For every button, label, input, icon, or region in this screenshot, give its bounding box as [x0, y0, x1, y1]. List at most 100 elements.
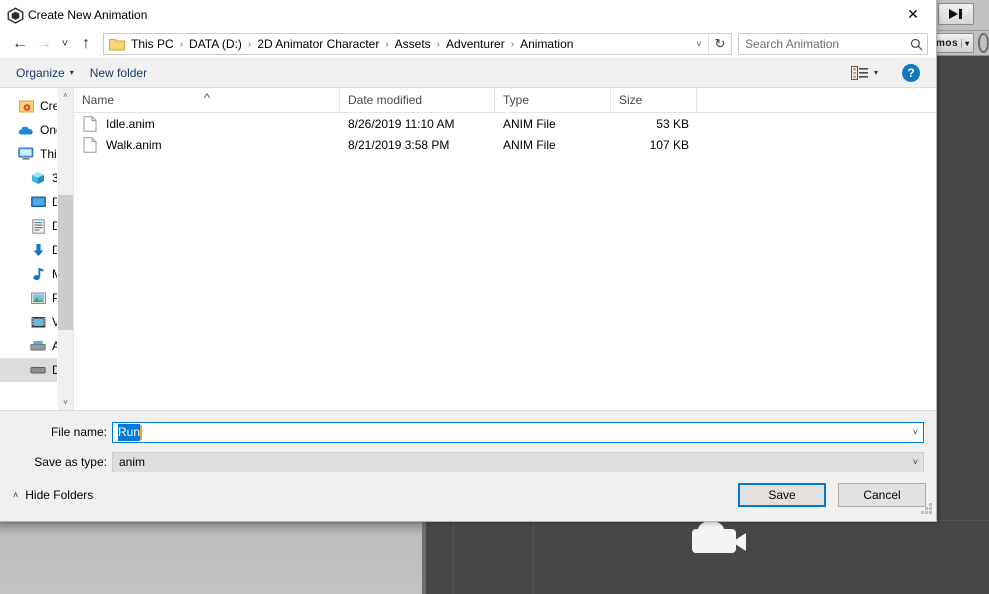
- breadcrumb-item-adventurer[interactable]: Adventurer: [444, 37, 507, 51]
- sidebar-item-onedrive[interactable]: One: [0, 118, 57, 142]
- breadcrumb-item-this-pc[interactable]: This PC: [129, 37, 176, 51]
- text-caret: [140, 424, 143, 440]
- forward-button: →: [36, 35, 52, 52]
- dialog-titlebar[interactable]: Create New Animation ✕: [0, 0, 936, 30]
- breadcrumb-separator-icon: ›: [247, 38, 252, 50]
- step-frame-button[interactable]: [938, 3, 974, 25]
- unity-toolbar: [930, 0, 989, 31]
- search-box[interactable]: [738, 33, 928, 55]
- table-row[interactable]: Idle.anim 8/26/2019 11:10 AM ANIM File 5…: [74, 113, 936, 134]
- anim-file-icon: [83, 115, 97, 132]
- sidebar-item-creative-cloud[interactable]: Cre: [0, 94, 57, 118]
- column-headers: ˄ Name Date modified Type Size: [74, 88, 936, 113]
- scroll-down-icon[interactable]: ˅: [58, 395, 73, 410]
- address-bar[interactable]: This PC › DATA (D:) › 2D Animator Charac…: [103, 33, 732, 55]
- save-button[interactable]: Save: [738, 483, 826, 507]
- breadcrumb-item-2d-animator-character[interactable]: 2D Animator Character: [255, 37, 381, 51]
- file-name-cell: Idle.anim: [74, 115, 340, 132]
- sidebar-item-videos[interactable]: Vi: [0, 310, 57, 334]
- scroll-up-icon[interactable]: ˄: [58, 88, 73, 103]
- close-icon[interactable]: ✕: [890, 0, 936, 29]
- form-area: File name: Run ˅ Save as type: anim ˅: [0, 410, 936, 473]
- step-forward-icon: [949, 9, 962, 19]
- file-list-pane: ˄ Name Date modified Type Size Idle.anim…: [73, 88, 936, 410]
- sidebar-item-label: One: [40, 123, 57, 137]
- panel-divider: [422, 520, 426, 594]
- chevron-down-icon[interactable]: ˅: [913, 427, 918, 437]
- chevron-down-icon[interactable]: ˅: [690, 39, 708, 49]
- chevron-up-icon: ˄: [13, 490, 19, 500]
- column-header-label: Date modified: [348, 93, 423, 107]
- pictures-icon: [30, 290, 46, 306]
- save-file-dialog: Create New Animation ✕ ← → ˅ ↑ This PC ›…: [0, 0, 937, 522]
- save-as-type-label: Save as type:: [34, 455, 107, 469]
- help-button[interactable]: ?: [902, 63, 920, 82]
- column-header-size[interactable]: Size: [611, 88, 697, 112]
- sidebar-item-pictures[interactable]: Pi: [0, 286, 57, 310]
- file-name-row: File name: Run ˅: [0, 421, 936, 443]
- sidebar-item-acer-drive[interactable]: Ac: [0, 334, 57, 358]
- navigation-pane-scrollbar[interactable]: ˄ ˅: [57, 88, 73, 410]
- sidebar-item-label: Cre: [40, 99, 57, 113]
- gizmo-circle-icon[interactable]: [977, 33, 989, 53]
- sidebar-item-downloads[interactable]: Do: [0, 238, 57, 262]
- chevron-down-icon[interactable]: ˅: [913, 457, 918, 467]
- file-size-cell: 53 KB: [656, 116, 689, 131]
- column-header-label: Type: [503, 93, 530, 107]
- column-header-name[interactable]: ˄ Name: [74, 88, 340, 112]
- unity-lower-left-panel: [0, 520, 422, 594]
- save-as-type-select[interactable]: anim ˅: [112, 451, 924, 473]
- file-rows: Idle.anim 8/26/2019 11:10 AM ANIM File 5…: [74, 113, 936, 410]
- column-header-label: Name: [82, 93, 115, 107]
- new-folder-button[interactable]: New folder: [82, 62, 155, 84]
- dialog-body: Cre One This: [0, 88, 936, 410]
- breadcrumb: This PC › DATA (D:) › 2D Animator Charac…: [129, 37, 690, 51]
- scene-view-right[interactable]: [930, 55, 989, 594]
- change-view-button[interactable]: ▾: [847, 63, 882, 83]
- scrollbar-thumb[interactable]: [58, 195, 73, 330]
- back-button[interactable]: ←: [8, 32, 32, 56]
- up-button[interactable]: ↑: [74, 32, 98, 56]
- organize-button[interactable]: Organize ▾: [8, 62, 82, 84]
- resize-grip[interactable]: [921, 503, 933, 515]
- chevron-down-icon: ▾: [873, 68, 878, 77]
- hide-folders-button[interactable]: ˄ Hide Folders: [10, 485, 96, 505]
- navigation-pane: Cre One This: [0, 88, 57, 410]
- breadcrumb-item-assets[interactable]: Assets: [393, 37, 433, 51]
- sidebar-item-documents[interactable]: Do: [0, 214, 57, 238]
- sidebar-item-this-pc[interactable]: This: [0, 142, 57, 166]
- sidebar-item-music[interactable]: M: [0, 262, 57, 286]
- column-header-date-modified[interactable]: Date modified: [340, 88, 495, 112]
- desktop-icon: [30, 194, 46, 210]
- breadcrumb-item-animation[interactable]: Animation: [518, 37, 575, 51]
- file-name-value: Run: [118, 423, 141, 441]
- column-header-label: Size: [619, 93, 643, 107]
- recent-locations-button[interactable]: ˅: [56, 32, 74, 56]
- table-row[interactable]: Walk.anim 8/21/2019 3:58 PM ANIM File 10…: [74, 134, 936, 155]
- camera-gizmo-icon: [692, 521, 754, 559]
- sidebar-item-label: This: [40, 147, 57, 161]
- search-input[interactable]: [739, 36, 905, 52]
- file-name-label: File name:: [50, 425, 107, 439]
- hide-folders-label: Hide Folders: [25, 488, 94, 502]
- sidebar-item-data-d[interactable]: DA: [0, 358, 57, 382]
- save-as-type-value: anim: [119, 455, 146, 469]
- file-date-cell: 8/26/2019 11:10 AM: [348, 116, 455, 131]
- refresh-icon[interactable]: ↻: [708, 34, 731, 54]
- search-icon: [905, 38, 927, 51]
- gizmos-dropdown[interactable]: mos ▾: [932, 33, 974, 53]
- organize-label: Organize: [16, 65, 65, 80]
- downloads-icon: [30, 242, 46, 258]
- command-bar: Organize ▾ New folder ▾ ?: [0, 58, 936, 88]
- cancel-button[interactable]: Cancel: [838, 483, 926, 507]
- gizmos-label: mos: [936, 37, 959, 49]
- sidebar-item-3d-objects[interactable]: 3D: [0, 166, 57, 190]
- file-name-input[interactable]: Run ˅: [112, 421, 924, 443]
- chevron-down-icon: ▾: [69, 68, 74, 77]
- save-as-type-row: Save as type: anim ˅: [0, 451, 936, 473]
- column-header-type[interactable]: Type: [495, 88, 611, 112]
- breadcrumb-item-data-d[interactable]: DATA (D:): [187, 37, 244, 51]
- unity-logo-icon: [6, 6, 24, 24]
- sidebar-item-desktop[interactable]: De: [0, 190, 57, 214]
- file-size-cell: 107 KB: [649, 137, 689, 152]
